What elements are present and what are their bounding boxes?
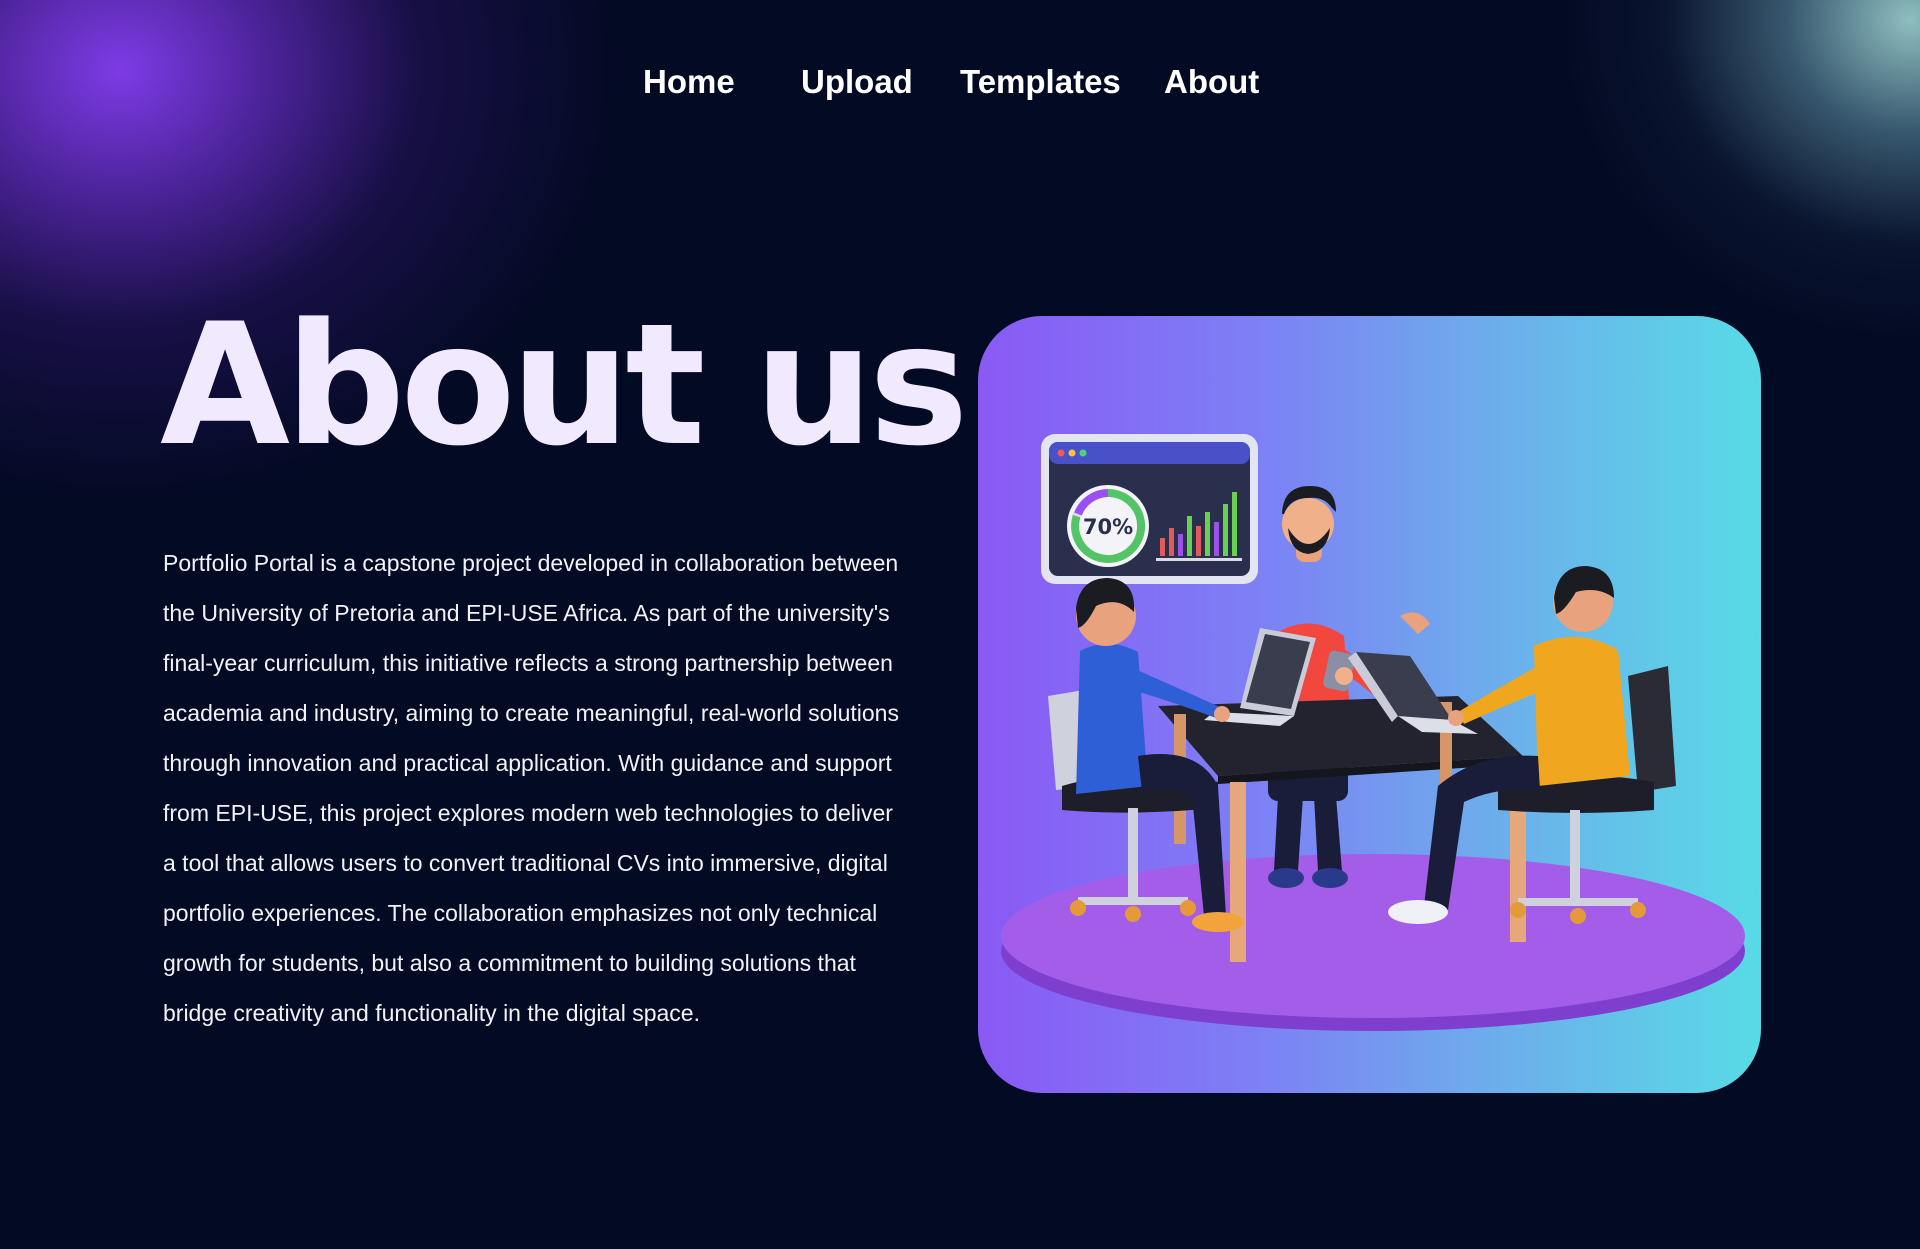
nav-templates-link[interactable]: Templates [960,56,1121,108]
platform-top [1001,854,1745,1018]
nav-home-link[interactable]: Home [643,56,735,108]
dashboard-percent: 70% [1083,515,1133,539]
dashboard-screen: 70% [1041,434,1258,584]
team-meeting-illustration: 70% [1001,434,1745,1031]
top-nav: Home Upload Templates About [0,56,1920,108]
nav-upload-link[interactable]: Upload [801,56,913,108]
teal-glow [1560,0,1920,340]
team-illustration-card: 70% [978,316,1761,1093]
page-title: About us [160,287,969,483]
nav-about-link[interactable]: About [1164,56,1259,108]
about-page: Home Upload Templates About About us Por… [0,0,1920,1249]
about-description: Portfolio Portal is a capstone project d… [163,550,899,1026]
